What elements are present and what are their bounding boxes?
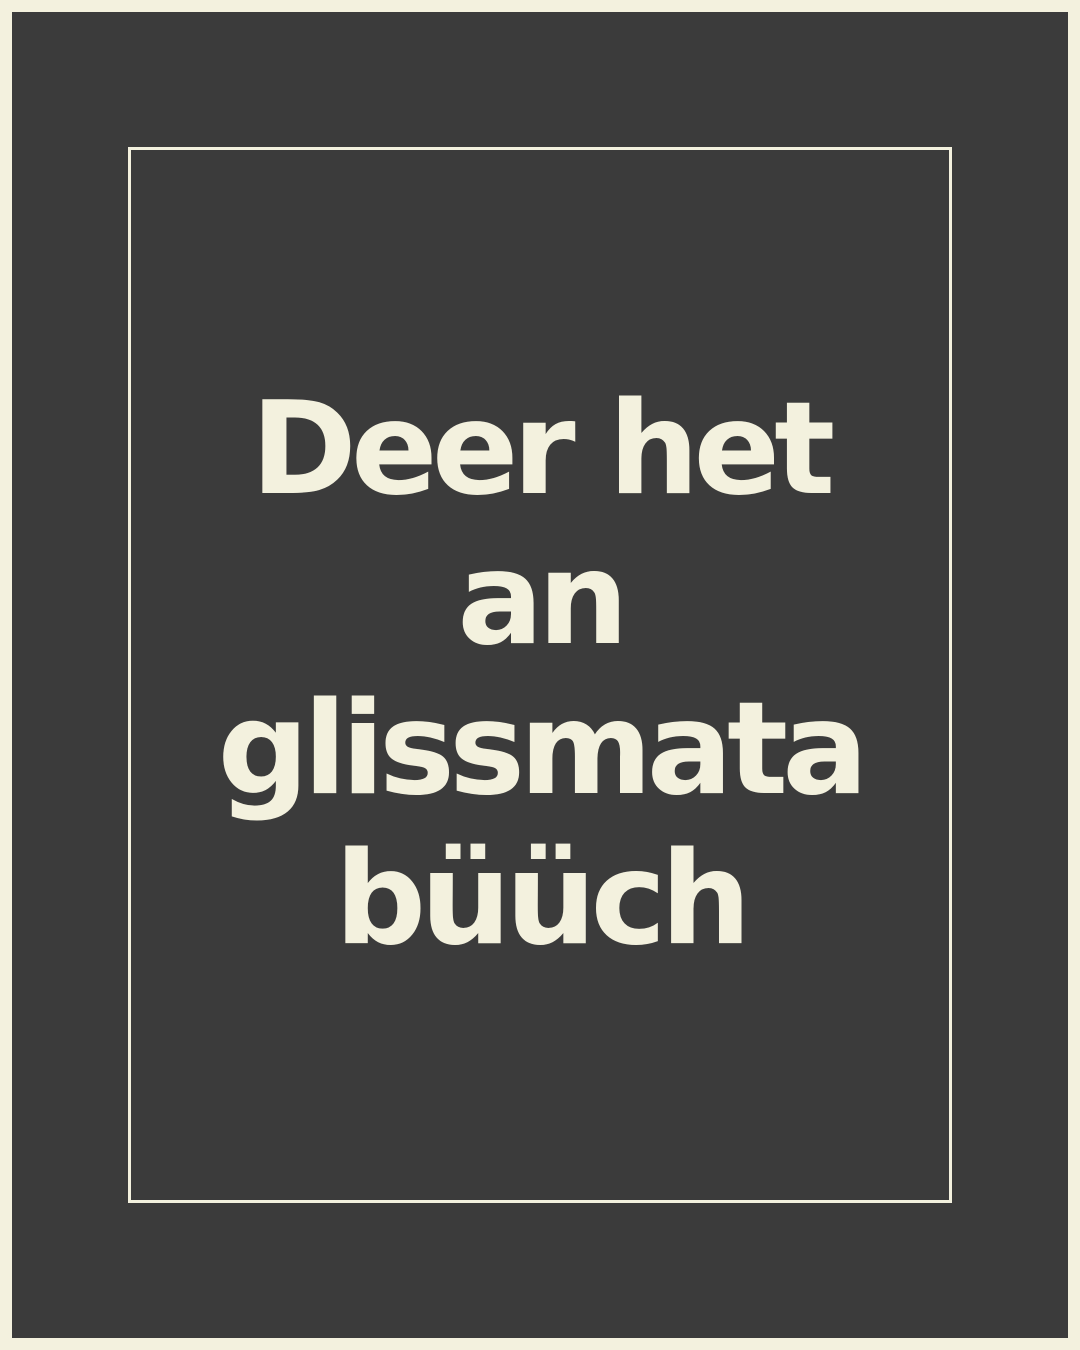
headline-line-4: büüch: [334, 825, 752, 974]
headline-line-3: glissmata: [217, 675, 868, 824]
headline: Deer het an glissmata büüch: [131, 150, 949, 1200]
headline-line-1: Deer het: [250, 375, 836, 524]
headline-line-2: an: [457, 525, 628, 674]
